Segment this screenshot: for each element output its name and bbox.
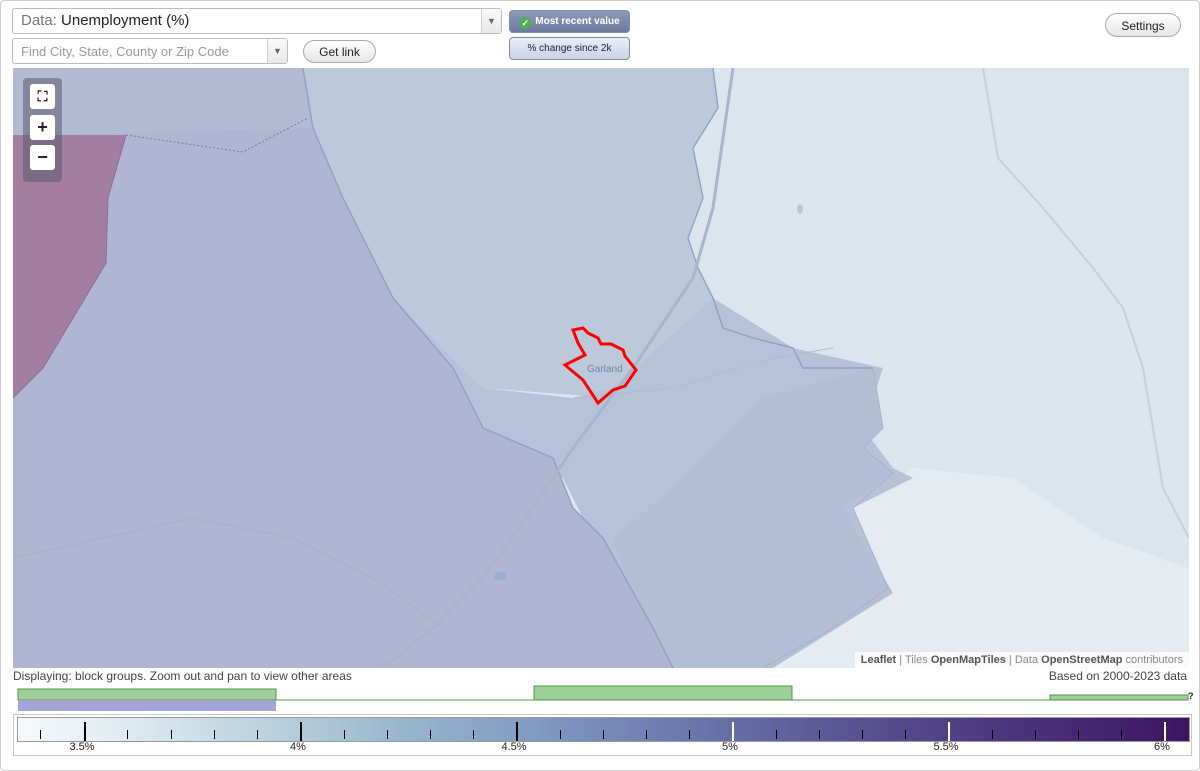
minor-tick: [40, 730, 41, 739]
chevron-down-icon[interactable]: ▼: [481, 9, 501, 33]
place-label: Garland: [587, 364, 623, 375]
histogram-bar: [533, 685, 793, 701]
app-frame: Data: Unemployment (%) ▼ ▼ Get link ✓Mos…: [0, 0, 1200, 771]
major-tick: [732, 722, 734, 741]
location-search[interactable]: ▼: [12, 38, 288, 64]
data-prefix: Data: [1014, 654, 1039, 666]
display-status: Displaying: block groups. Zoom out and p…: [13, 669, 352, 683]
histogram-bar: [1049, 694, 1189, 701]
minor-tick: [171, 730, 172, 739]
histogram: [17, 685, 1189, 711]
zoom-in-button[interactable]: +: [30, 115, 55, 140]
lake: [797, 204, 803, 214]
legend-label: 3.5%: [69, 741, 95, 753]
data-select-value: Unemployment (%): [61, 12, 190, 29]
selection-bar: [18, 700, 276, 711]
legend-gradient: [17, 717, 1190, 742]
minor-tick: [862, 730, 863, 739]
chevron-down-icon[interactable]: ▼: [267, 39, 287, 63]
tiles-prefix: Tiles: [904, 654, 928, 666]
settings-button[interactable]: Settings: [1105, 13, 1181, 37]
minor-tick: [905, 730, 906, 739]
minor-tick: [127, 730, 128, 739]
major-tick: [948, 722, 950, 741]
minor-tick: [1121, 730, 1122, 739]
minor-tick: [473, 730, 474, 739]
zoom-out-button[interactable]: −: [30, 145, 55, 170]
minor-tick: [1035, 730, 1036, 739]
minor-tick: [214, 730, 215, 739]
minor-tick: [387, 730, 388, 739]
major-tick: [84, 722, 86, 741]
major-tick: [516, 722, 518, 741]
most-recent-toggle[interactable]: ✓ Most recent value: [509, 10, 630, 33]
minor-tick: [1078, 730, 1079, 739]
data-select-prefix: Data:: [21, 12, 57, 29]
minor-tick: [560, 730, 561, 739]
color-legend: 3.5% 4% 4.5% 5% 5.5% 6%: [13, 714, 1192, 756]
leaflet-link[interactable]: Leaflet: [861, 654, 896, 666]
minor-tick: [819, 730, 820, 739]
legend-label: 6%: [1154, 741, 1170, 753]
pct-change-toggle[interactable]: % change since 2k: [509, 37, 630, 60]
legend-label: 4.5%: [501, 741, 527, 753]
major-tick: [1164, 722, 1166, 741]
help-icon[interactable]: ?: [1188, 691, 1194, 701]
map-attribution: Leaflet | Tiles OpenMapTiles | Data Open…: [854, 652, 1189, 668]
minor-tick: [430, 730, 431, 739]
legend-label: 5%: [722, 741, 738, 753]
zoom-controls: ⛶ + −: [23, 78, 62, 182]
minor-tick: [603, 730, 604, 739]
legend-label: 5.5%: [933, 741, 959, 753]
minor-tick: [344, 730, 345, 739]
lake: [494, 572, 506, 580]
minor-tick: [992, 730, 993, 739]
minor-tick: [776, 730, 777, 739]
most-recent-label: Most recent value: [535, 16, 620, 27]
major-tick: [300, 722, 302, 741]
attribution-suffix: contributors: [1125, 654, 1183, 666]
histogram-bar: [17, 688, 277, 701]
minor-tick: [646, 730, 647, 739]
get-link-button[interactable]: Get link: [303, 40, 376, 63]
minor-tick: [689, 730, 690, 739]
search-input[interactable]: [13, 39, 263, 63]
tiles-link[interactable]: OpenMapTiles: [931, 654, 1006, 666]
data-range-status: Based on 2000-2023 data: [1048, 669, 1187, 683]
data-select[interactable]: Data: Unemployment (%) ▼: [12, 8, 502, 34]
minor-tick: [257, 730, 258, 739]
legend-label: 4%: [290, 741, 306, 753]
fullscreen-icon[interactable]: ⛶: [30, 84, 55, 109]
map-canvas[interactable]: Garland ⛶ + − Leaflet | Tiles OpenMapTil…: [13, 68, 1189, 668]
osm-link[interactable]: OpenStreetMap: [1041, 654, 1122, 666]
check-icon: ✓: [519, 17, 532, 29]
